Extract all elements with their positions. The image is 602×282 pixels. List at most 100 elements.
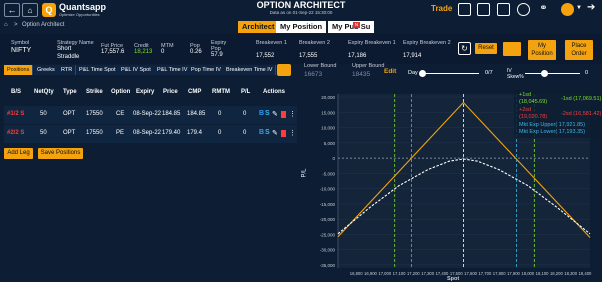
symbol-value[interactable]: NIFTY (11, 47, 31, 54)
tab-pl-time-iv[interactable]: P&L Time IV (154, 65, 192, 75)
iv-skew-label: IV Skew% (507, 68, 524, 80)
save-positions-button[interactable]: Save Positions (38, 148, 83, 159)
expiry-pop-label: Expiry Pop (211, 40, 227, 52)
col-pl: P/L (241, 89, 251, 95)
settings-icon[interactable] (517, 3, 530, 16)
row2-buy-icon[interactable]: B (259, 129, 264, 136)
row1-bs[interactable]: #1/2 S (7, 111, 24, 117)
tab-positions[interactable]: Positions (4, 65, 34, 75)
col-cmp: CMP (188, 89, 202, 95)
y-tick-label: -30,000 (320, 248, 336, 253)
iv-skew-handle[interactable] (541, 70, 548, 77)
new-badge: N (353, 22, 360, 28)
day-slider-handle[interactable] (419, 70, 426, 77)
lock-icon[interactable] (277, 64, 291, 76)
row2-qty[interactable]: 50 (40, 130, 47, 136)
row1-buy-icon[interactable]: B (259, 110, 264, 117)
legend-mkt-exp-lower: Mkt Exp Lower( 17,193.35) (519, 129, 586, 135)
x-tick-label: 17,000 (378, 271, 391, 276)
place-order-button[interactable]: Place Order (565, 40, 593, 60)
tab-my-position[interactable]: My Position (276, 21, 327, 33)
row1-edit-icon[interactable]: ✎ (272, 110, 278, 118)
x-tick-label: 17,100 (393, 271, 406, 276)
iv-skew-track[interactable] (525, 73, 580, 74)
tab-architect[interactable]: Architect (238, 21, 279, 33)
edit-bounds-link[interactable]: Edit (384, 68, 396, 75)
row1-delete-icon[interactable] (281, 111, 286, 118)
row2-sell-icon[interactable]: S (265, 129, 270, 136)
refresh-icon[interactable]: ↻ (458, 42, 471, 55)
row2-bs[interactable]: #2/2 S (7, 130, 24, 136)
breadcrumb-home-icon[interactable]: ⌂ (4, 22, 8, 28)
portfolio-icon[interactable] (477, 3, 490, 16)
x-tick-label: 17,900 (507, 271, 520, 276)
tab-rtr[interactable]: RTR (58, 65, 77, 75)
y-tick-label: -10,000 (320, 187, 336, 192)
day-slider-value: 0/7 (485, 70, 493, 76)
tab-pl-time-spot[interactable]: P&L Time Spot (76, 65, 120, 75)
y-tick-label: -15,000 (320, 202, 336, 207)
row1-qty[interactable]: 50 (40, 111, 47, 117)
tab-breakeven-time-iv[interactable]: Breakeven Time IV (223, 65, 277, 75)
row1-type: OPT (63, 111, 76, 117)
lower-bound-input[interactable]: 16673 (304, 71, 322, 78)
legend-mkt-exp-upper: Mkt Exp Upper( 17,921.85) (519, 122, 586, 128)
row2-more-icon[interactable]: ⋮ (289, 129, 296, 137)
upper-bound-input[interactable]: 18435 (352, 71, 370, 78)
tab-pl-iv-spot[interactable]: P&L IV Spot (118, 65, 155, 75)
breadcrumb[interactable]: Option Architect (22, 22, 64, 28)
screen-icon[interactable] (458, 3, 471, 16)
col-rmtm: RMTM (212, 89, 230, 95)
upper-bound-label: Upper Bound (352, 63, 385, 69)
x-tick-label: 16,800 (350, 271, 363, 276)
row2-delete-icon[interactable] (281, 130, 286, 137)
row1-expiry[interactable]: 08-Sep-22 (133, 111, 161, 117)
col-expiry: Expiry (136, 89, 155, 95)
x-tick-label: 17,800 (493, 271, 506, 276)
col-strike: Strike (86, 89, 103, 95)
row1-pl: 0 (243, 111, 247, 117)
user-avatar-icon[interactable] (561, 3, 574, 16)
tab-greeks[interactable]: Greeks (34, 65, 59, 75)
row1-cmp: 184.85 (187, 111, 206, 117)
col-type: Type (63, 89, 77, 95)
col-option: Option (111, 89, 131, 95)
x-tick-label: 17,200 (407, 271, 420, 276)
chevron-down-icon[interactable]: ▼ (576, 5, 582, 11)
my-position-button[interactable]: My Position (528, 40, 556, 60)
row1-strike[interactable]: 17550 (86, 111, 103, 117)
reset-button[interactable]: Reset (475, 43, 497, 54)
x-tick-label: 18,300 (564, 271, 577, 276)
tab-pop-time-iv[interactable]: Pop Time IV (188, 65, 225, 75)
credit-value: 18,213 (134, 49, 153, 55)
fut-price-value: 17,557.6 (101, 49, 125, 55)
logout-icon[interactable]: ➔ (587, 2, 595, 13)
row1-price[interactable]: 184.85 (162, 111, 180, 117)
col-bs: B/S (11, 89, 22, 95)
legend-plus1sd: +1sd (519, 92, 532, 98)
row1-more-icon[interactable]: ⋮ (289, 110, 296, 118)
legend-plus1sd-value: (18,045.69) (519, 99, 548, 105)
row2-expiry[interactable]: 08-Sep-22 (133, 130, 161, 136)
row2-edit-icon[interactable]: ✎ (272, 129, 278, 137)
row1-sell-icon[interactable]: S (265, 110, 270, 117)
expiry-pop-value: 57.9 (211, 52, 223, 58)
briefcase-icon[interactable] (503, 42, 521, 56)
col-actions: Actions (263, 89, 286, 95)
tab-my-pub-sub[interactable]: My Pub Su (328, 21, 375, 33)
col-price: Price (163, 89, 178, 95)
trade-label[interactable]: Trade (431, 4, 452, 13)
iv-skew-value: 0 (585, 70, 589, 76)
add-leg-button[interactable]: Add Leg (4, 148, 33, 159)
y-tick-label: 15,000 (321, 110, 335, 115)
breakeven-1-label: Breakeven 1 (256, 40, 287, 46)
legend-plus2sd-value: (19,020.78) (519, 114, 548, 120)
video-icon[interactable] (497, 3, 510, 16)
row2-price[interactable]: 179.40 (162, 130, 180, 136)
y-tick-label: 10,000 (321, 126, 335, 131)
row2-strike[interactable]: 17550 (86, 130, 103, 136)
x-tick-label: 18,000 (521, 271, 534, 276)
row2-option: PE (116, 130, 125, 136)
share-icon[interactable]: ⚭ (537, 3, 550, 16)
day-slider-track[interactable] (422, 73, 479, 74)
